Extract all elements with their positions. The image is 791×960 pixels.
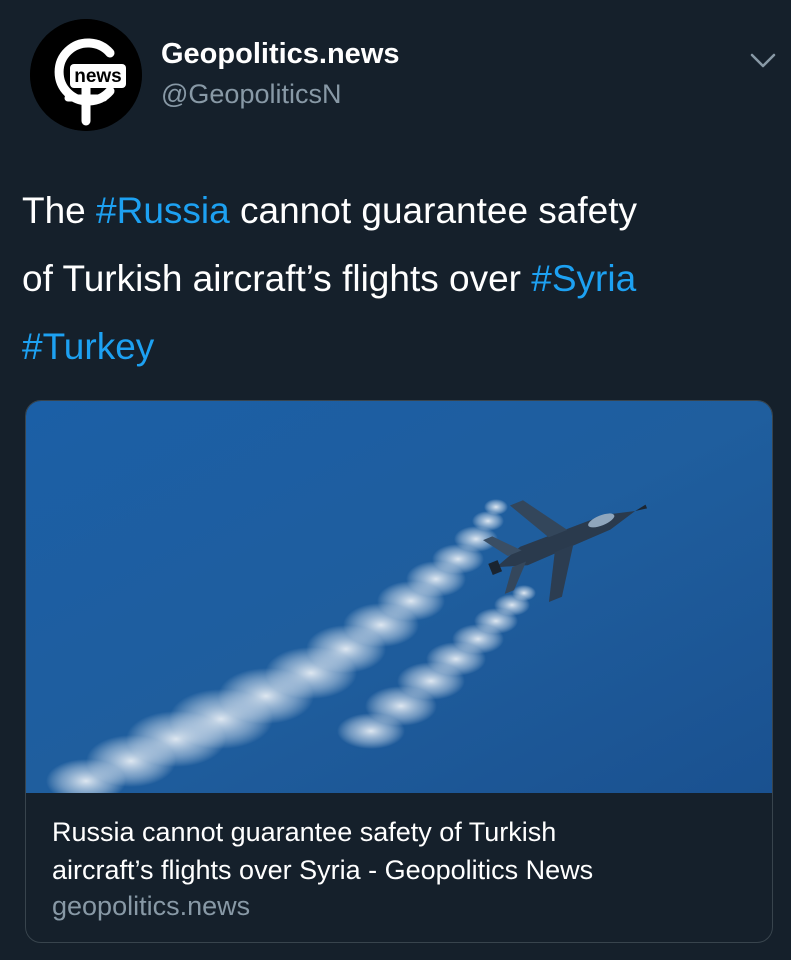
card-title-line: aircraft’s flights over Syria - Geopolit… [52,855,594,885]
tweet-text: The #Russia cannot guarantee safety of T… [22,180,782,384]
card-title[interactable]: Russia cannot guarantee safety of Turkis… [52,813,752,889]
svg-text:news: news [74,66,122,87]
geopolitics-logo-icon: news [30,19,142,131]
tweet-text-line: The #Russia cannot guarantee safety [22,173,782,248]
tweet-text-fragment: cannot guarantee safety [229,190,638,231]
card-title-line: Russia cannot guarantee safety of Turkis… [52,817,557,847]
tweet-text-fragment: The [22,190,97,231]
tweet: news Geopolitics.news @GeopoliticsN The … [0,0,791,960]
avatar[interactable]: news [30,19,142,131]
tweet-text-line: #Turkey [22,309,782,384]
display-name[interactable]: Geopolitics.news [161,38,400,71]
hashtag-russia[interactable]: #Russia [96,190,230,231]
tweet-text-fragment: of Turkish aircraft’s flights over [22,258,532,299]
fighter-jet-image [26,401,772,793]
link-preview-card[interactable]: Russia cannot guarantee safety of Turkis… [25,400,773,943]
hashtag-turkey[interactable]: #Turkey [22,326,154,367]
tweet-text-line: of Turkish aircraft’s flights over #Syri… [22,241,782,316]
chevron-down-icon[interactable] [748,48,778,72]
card-domain: geopolitics.news [52,891,251,921]
card-image[interactable] [26,401,772,793]
hashtag-syria[interactable]: #Syria [531,258,636,299]
user-handle[interactable]: @GeopoliticsN [161,79,341,110]
